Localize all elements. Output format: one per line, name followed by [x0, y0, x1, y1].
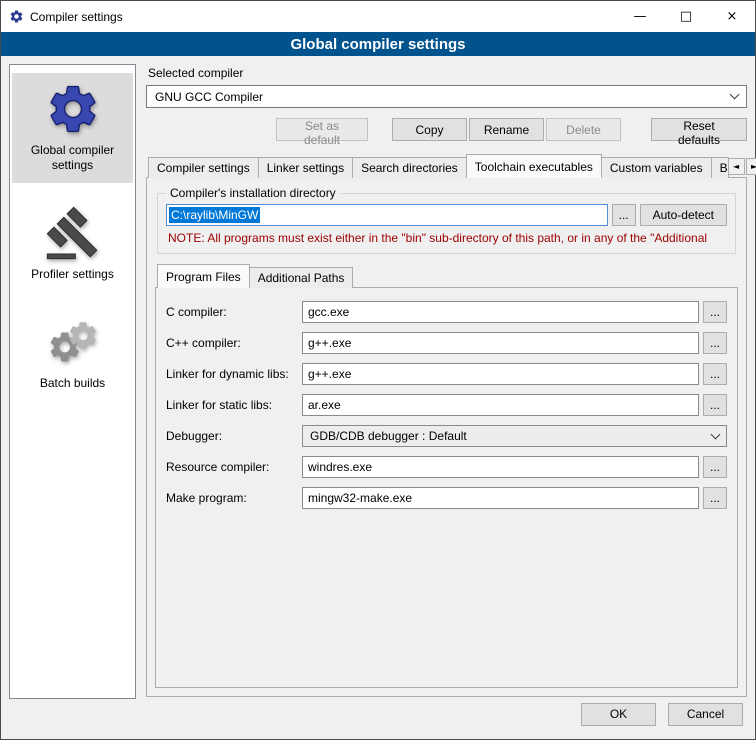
tab-program-files[interactable]: Program Files [157, 264, 250, 288]
window-controls: — □ × [617, 1, 755, 32]
tab-scroll-left-button[interactable]: ◄ [728, 158, 745, 175]
dialog-body: Global compiler settings Profiler settin… [1, 56, 755, 699]
debugger-label: Debugger: [166, 429, 302, 443]
installation-directory-group-label: Compiler's installation directory [166, 186, 340, 200]
reset-defaults-button[interactable]: Reset defaults [651, 118, 747, 141]
sidebar-item-label: Profiler settings [31, 267, 114, 282]
window-title: Compiler settings [30, 10, 123, 24]
sidebar-item-profiler-settings[interactable]: Profiler settings [12, 197, 133, 292]
debugger-select[interactable]: GDB/CDB debugger : Default [302, 425, 727, 447]
tab-custom-variables[interactable]: Custom variables [601, 157, 712, 178]
c-compiler-input[interactable] [302, 301, 699, 323]
cpp-compiler-browse-button[interactable]: ... [703, 332, 727, 354]
linker-dynamic-input[interactable] [302, 363, 699, 385]
form-row-cpp-compiler: C++ compiler: ... [166, 332, 727, 354]
linker-static-label: Linker for static libs: [166, 398, 302, 412]
form-row-c-compiler: C compiler: ... [166, 301, 727, 323]
maximize-button[interactable]: □ [663, 1, 709, 32]
title-bar: Compiler settings — □ × [1, 1, 755, 32]
tab-additional-paths[interactable]: Additional Paths [249, 267, 354, 288]
chevron-down-icon [711, 429, 721, 439]
settings-sidebar: Global compiler settings Profiler settin… [9, 64, 136, 699]
linker-static-browse-button[interactable]: ... [703, 394, 727, 416]
selected-compiler-select[interactable]: GNU GCC Compiler [146, 85, 747, 108]
tab-compiler-settings[interactable]: Compiler settings [148, 157, 259, 178]
linker-static-input[interactable] [302, 394, 699, 416]
program-files-tab-bar: Program Files Additional Paths [155, 264, 738, 288]
form-row-make-program: Make program: ... [166, 487, 727, 509]
installation-directory-note: NOTE: All programs must exist either in … [168, 231, 725, 245]
sidebar-item-global-compiler-settings[interactable]: Global compiler settings [12, 73, 133, 183]
batch-gears-icon [45, 314, 101, 370]
selected-compiler-value: GNU GCC Compiler [155, 90, 263, 104]
resource-compiler-input[interactable] [302, 456, 699, 478]
auto-detect-button[interactable]: Auto-detect [640, 204, 727, 226]
tab-build-options-truncated[interactable]: Buil [711, 157, 729, 178]
form-row-debugger: Debugger: GDB/CDB debugger : Default [166, 425, 727, 447]
program-files-panel: C compiler: ... C++ compiler: ... Linker… [155, 287, 738, 688]
toolchain-executables-panel: Compiler's installation directory C:\ray… [146, 177, 747, 697]
installation-directory-browse-button[interactable]: ... [612, 204, 636, 226]
form-row-resource-compiler: Resource compiler: ... [166, 456, 727, 478]
tab-linker-settings[interactable]: Linker settings [258, 157, 353, 178]
installation-directory-row: C:\raylib\MinGW ... Auto-detect [166, 204, 727, 226]
main-tab-bar: Compiler settings Linker settings Search… [146, 154, 747, 178]
chevron-down-icon [730, 90, 740, 100]
make-program-browse-button[interactable]: ... [703, 487, 727, 509]
minimize-button[interactable]: — [617, 1, 663, 32]
c-compiler-label: C compiler: [166, 305, 302, 319]
tab-toolchain-executables[interactable]: Toolchain executables [466, 154, 602, 178]
installation-directory-input[interactable]: C:\raylib\MinGW [166, 204, 608, 226]
sidebar-item-batch-builds[interactable]: Batch builds [12, 306, 133, 401]
ok-button[interactable]: OK [581, 703, 656, 726]
copy-button[interactable]: Copy [392, 118, 467, 141]
make-program-label: Make program: [166, 491, 302, 505]
selected-compiler-label: Selected compiler [148, 66, 747, 80]
c-compiler-browse-button[interactable]: ... [703, 301, 727, 323]
installation-directory-value: C:\raylib\MinGW [169, 207, 260, 223]
app-icon [9, 9, 24, 24]
dialog-footer: OK Cancel [1, 699, 755, 739]
compiler-button-row: Set as default Copy Rename Delete Reset … [146, 118, 747, 141]
gear-icon [45, 81, 101, 137]
compiler-settings-window: Compiler settings — □ × Global compiler … [0, 0, 756, 740]
tab-scroll-controls: ◄ ► [728, 158, 756, 175]
cancel-button[interactable]: Cancel [668, 703, 743, 726]
tab-search-directories[interactable]: Search directories [352, 157, 467, 178]
linker-dynamic-browse-button[interactable]: ... [703, 363, 727, 385]
resource-compiler-browse-button[interactable]: ... [703, 456, 727, 478]
resource-compiler-label: Resource compiler: [166, 460, 302, 474]
close-button[interactable]: × [709, 1, 755, 32]
set-as-default-button: Set as default [276, 118, 368, 141]
delete-button: Delete [546, 118, 621, 141]
form-row-linker-dynamic: Linker for dynamic libs: ... [166, 363, 727, 385]
rename-button[interactable]: Rename [469, 118, 544, 141]
debugger-value: GDB/CDB debugger : Default [310, 429, 467, 443]
make-program-input[interactable] [302, 487, 699, 509]
installation-directory-group: Compiler's installation directory C:\ray… [157, 186, 736, 254]
tab-scroll-right-button[interactable]: ► [746, 158, 756, 175]
form-row-linker-static: Linker for static libs: ... [166, 394, 727, 416]
cpp-compiler-label: C++ compiler: [166, 336, 302, 350]
linker-dynamic-label: Linker for dynamic libs: [166, 367, 302, 381]
page-title: Global compiler settings [1, 32, 755, 56]
sidebar-item-label: Global compiler settings [14, 143, 131, 173]
profiler-hammer-icon [45, 205, 101, 261]
main-panel: Selected compiler GNU GCC Compiler Set a… [146, 64, 747, 699]
sidebar-item-label: Batch builds [40, 376, 105, 391]
cpp-compiler-input[interactable] [302, 332, 699, 354]
